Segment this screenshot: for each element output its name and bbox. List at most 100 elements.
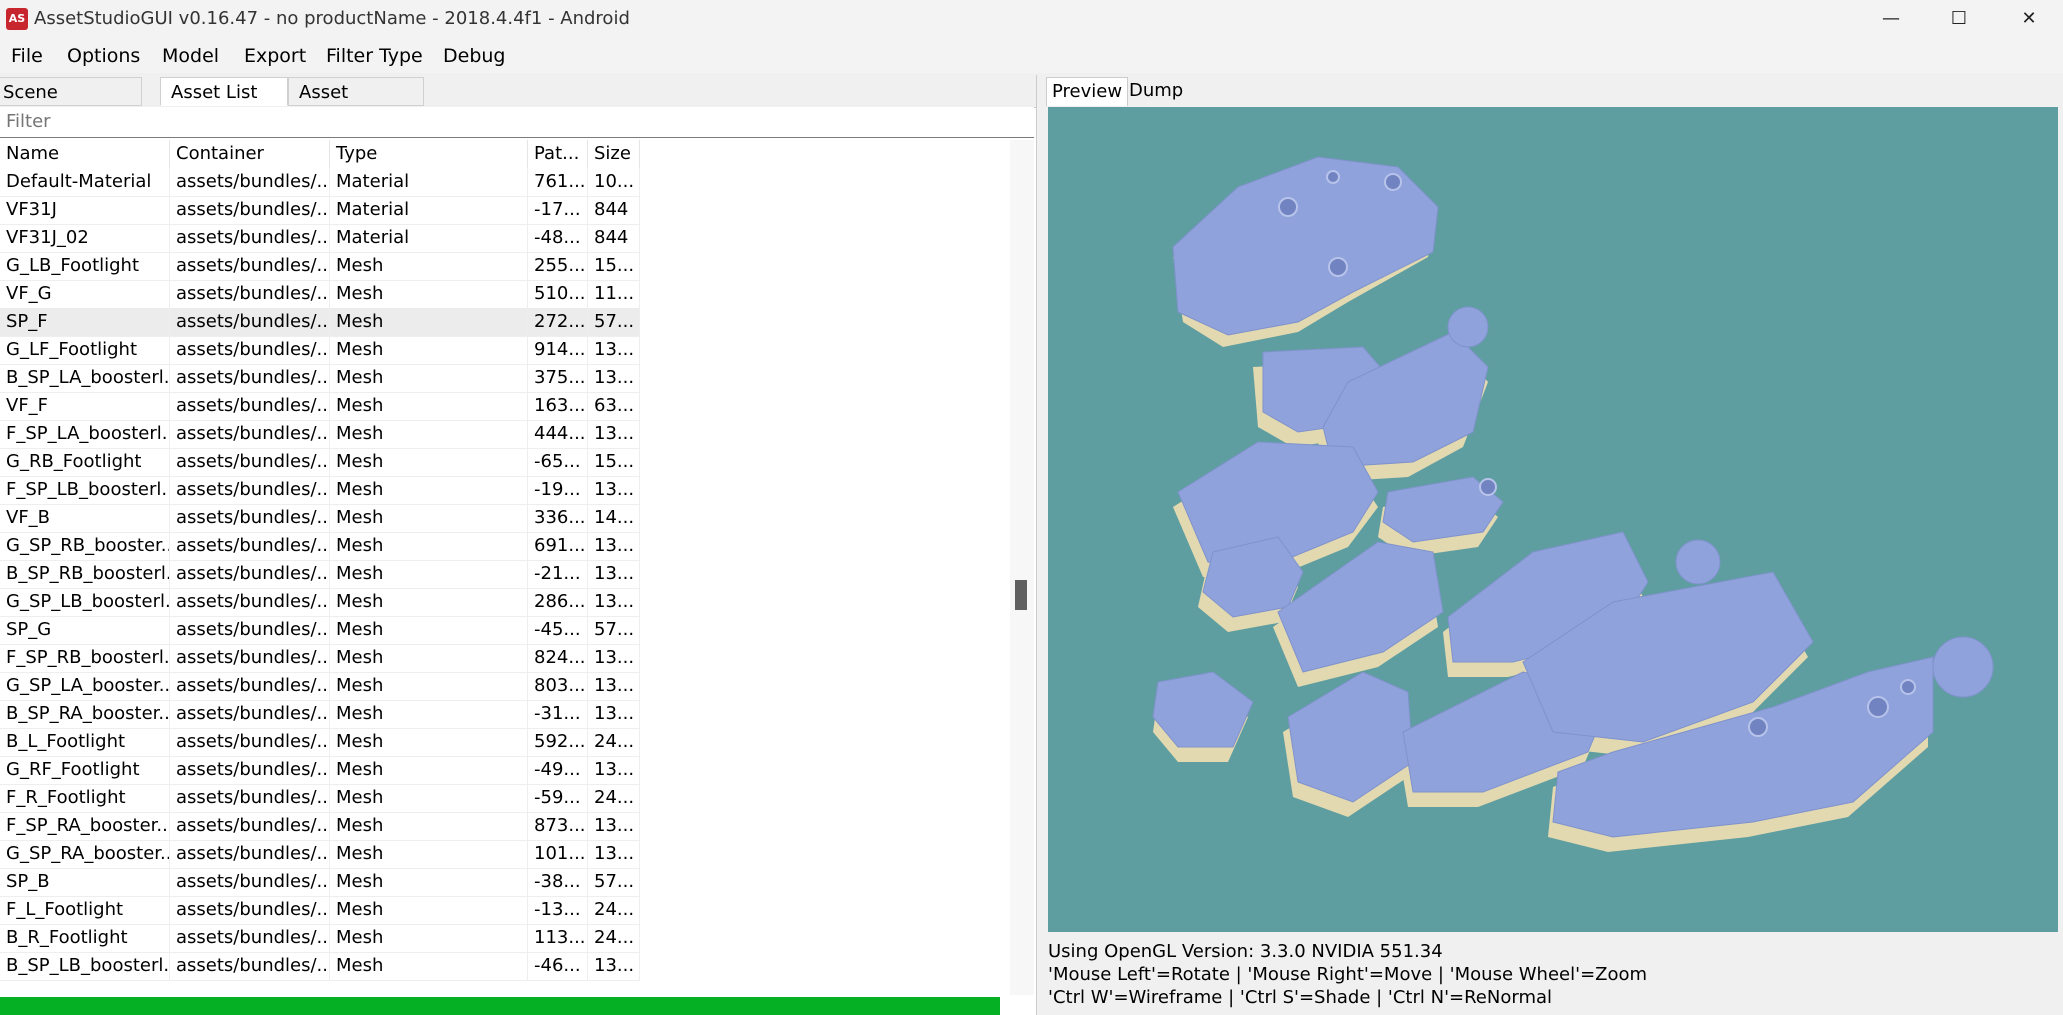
scrollbar-thumb[interactable] [1015,580,1027,610]
cell-name: B_SP_RA_booster... [0,700,170,728]
cell-pathid: 873... [528,812,588,840]
cell-container: assets/bundles/... [170,364,330,392]
cell-container: assets/bundles/... [170,392,330,420]
cell-size: 24... [588,728,640,756]
column-header-pathid[interactable]: Pat... [528,140,588,168]
cell-name: F_SP_RB_boosterl... [0,644,170,672]
cell-type: Mesh [330,868,528,896]
cell-type: Mesh [330,728,528,756]
cell-size: 63... [588,392,640,420]
cell-container: assets/bundles/... [170,560,330,588]
cell-pathid: 761... [528,168,588,196]
cell-name: VF31J_02 [0,224,170,252]
cell-container: assets/bundles/... [170,252,330,280]
cell-size: 13... [588,420,640,448]
cell-pathid: 592... [528,728,588,756]
menu-bar: File Options Model Export Filter Type De… [0,38,2063,73]
cell-name: G_LB_Footlight [0,252,170,280]
table-row[interactable]: B_SP_LA_boosterl... assets/bundles/... Mes… [0,364,640,393]
cell-pathid: -38... [528,868,588,896]
table-row[interactable]: Default-Material assets/bundles/... Materi… [0,168,640,197]
table-row[interactable]: SP_B assets/bundles/... Mesh -38... 57... [0,868,640,897]
table-row[interactable]: B_SP_LB_boosterl... assets/bundles/... Mes… [0,952,640,981]
cell-name: VF_B [0,504,170,532]
column-header-type[interactable]: Type [330,140,528,168]
cell-type: Mesh [330,532,528,560]
table-row[interactable]: F_L_Footlight assets/bundles/... Mesh -13..… [0,896,640,925]
table-row[interactable]: F_SP_RB_boosterl... assets/bundles/... Mes… [0,644,640,673]
close-button[interactable]: ✕ [1995,0,2063,38]
table-row[interactable]: B_SP_RA_booster... assets/bundles/... Mesh… [0,700,640,729]
table-row[interactable]: VF_F assets/bundles/... Mesh 163... 63... [0,392,640,421]
menu-model[interactable]: Model [162,45,219,67]
menu-file[interactable]: File [11,45,43,67]
menu-debug[interactable]: Debug [443,45,505,67]
table-row[interactable]: VF_G assets/bundles/... Mesh 510... 11... [0,280,640,309]
cell-name: G_SP_LA_booster... [0,672,170,700]
column-header-size[interactable]: Size [588,140,640,168]
cell-name: G_RB_Footlight [0,448,170,476]
cell-type: Mesh [330,616,528,644]
table-row[interactable]: B_R_Footlight assets/bundles/... Mesh 113..… [0,924,640,953]
table-row[interactable]: G_SP_LA_booster... assets/bundles/... Mesh… [0,672,640,701]
menu-options[interactable]: Options [67,45,140,67]
table-row[interactable]: G_RF_Footlight assets/bundles/... Mesh -49.… [0,756,640,785]
table-row[interactable]: G_RB_Footlight assets/bundles/... Mesh -65.… [0,448,640,477]
model-viewport[interactable] [1048,107,2058,932]
table-row[interactable]: F_SP_LA_boosterl... assets/bundles/... Mes… [0,420,640,449]
cell-size: 24... [588,784,640,812]
cell-pathid: 286... [528,588,588,616]
cell-name: F_SP_LB_boosterl... [0,476,170,504]
table-row[interactable]: F_SP_RA_booster... assets/bundles/... Mesh… [0,812,640,841]
asset-panel: Scene Hierarchy Asset List Asset Classes… [0,75,1037,1015]
cell-name: F_SP_LA_boosterl... [0,420,170,448]
cell-size: 11... [588,280,640,308]
table-row[interactable]: B_L_Footlight assets/bundles/... Mesh 592..… [0,728,640,757]
cell-type: Mesh [330,924,528,952]
table-row[interactable]: VF31J_02 assets/bundles/... Material -48...… [0,224,640,253]
table-row[interactable]: VF_B assets/bundles/... Mesh 336... 14... [0,504,640,533]
cell-container: assets/bundles/... [170,532,330,560]
table-row[interactable]: B_SP_RB_boosterl... assets/bundles/... Mes… [0,560,640,589]
tab-preview[interactable]: Preview [1046,77,1129,106]
table-row[interactable]: VF31J assets/bundles/... Material -17... 844 [0,196,640,225]
cell-pathid: -17... [528,196,588,224]
cell-size: 24... [588,896,640,924]
menu-export[interactable]: Export [244,45,306,67]
cell-container: assets/bundles/... [170,784,330,812]
filter-input[interactable] [0,107,1012,136]
cell-pathid: 510... [528,280,588,308]
table-row[interactable]: SP_F assets/bundles/... Mesh 272... 57... [0,308,640,337]
maximize-button[interactable]: ☐ [1925,0,1993,38]
table-row[interactable]: G_LB_Footlight assets/bundles/... Mesh 255.… [0,252,640,281]
cell-type: Mesh [330,756,528,784]
tab-dump[interactable]: Dump [1124,77,1188,105]
cell-container: assets/bundles/... [170,588,330,616]
minimize-button[interactable]: — [1857,0,1925,38]
tab-asset-classes[interactable]: Asset Classes [288,77,424,132]
table-row[interactable]: G_SP_LB_boosterl... assets/bundles/... Mes… [0,588,640,617]
table-scrollbar[interactable] [1010,140,1034,995]
cell-size: 13... [588,532,640,560]
tab-scene-hierarchy[interactable]: Scene Hierarchy [0,77,142,132]
cell-container: assets/bundles/... [170,476,330,504]
cell-pathid: 272... [528,308,588,336]
column-header-name[interactable]: Name [0,140,170,168]
table-row[interactable]: G_SP_RB_booster... assets/bundles/... Mesh… [0,532,640,561]
table-row[interactable]: G_SP_RA_booster... assets/bundles/... Mesh… [0,840,640,869]
cell-name: G_SP_RB_booster... [0,532,170,560]
table-row[interactable]: SP_G assets/bundles/... Mesh -45... 57... [0,616,640,645]
menu-filter-type[interactable]: Filter Type [326,45,423,67]
table-row[interactable]: F_R_Footlight assets/bundles/... Mesh -59..… [0,784,640,813]
cell-size: 14... [588,504,640,532]
cell-pathid: 444... [528,420,588,448]
cell-name: F_L_Footlight [0,896,170,924]
preview-panel: Preview Dump Using OpenGL Version: 3.3.0… [1040,75,2063,1015]
table-row[interactable]: F_SP_LB_boosterl... assets/bundles/... Mes… [0,476,640,505]
tab-asset-list[interactable]: Asset List [160,77,288,106]
cell-type: Mesh [330,420,528,448]
cell-container: assets/bundles/... [170,224,330,252]
column-header-container[interactable]: Container [170,140,330,168]
cell-container: assets/bundles/... [170,840,330,868]
table-row[interactable]: G_LF_Footlight assets/bundles/... Mesh 914.… [0,336,640,365]
